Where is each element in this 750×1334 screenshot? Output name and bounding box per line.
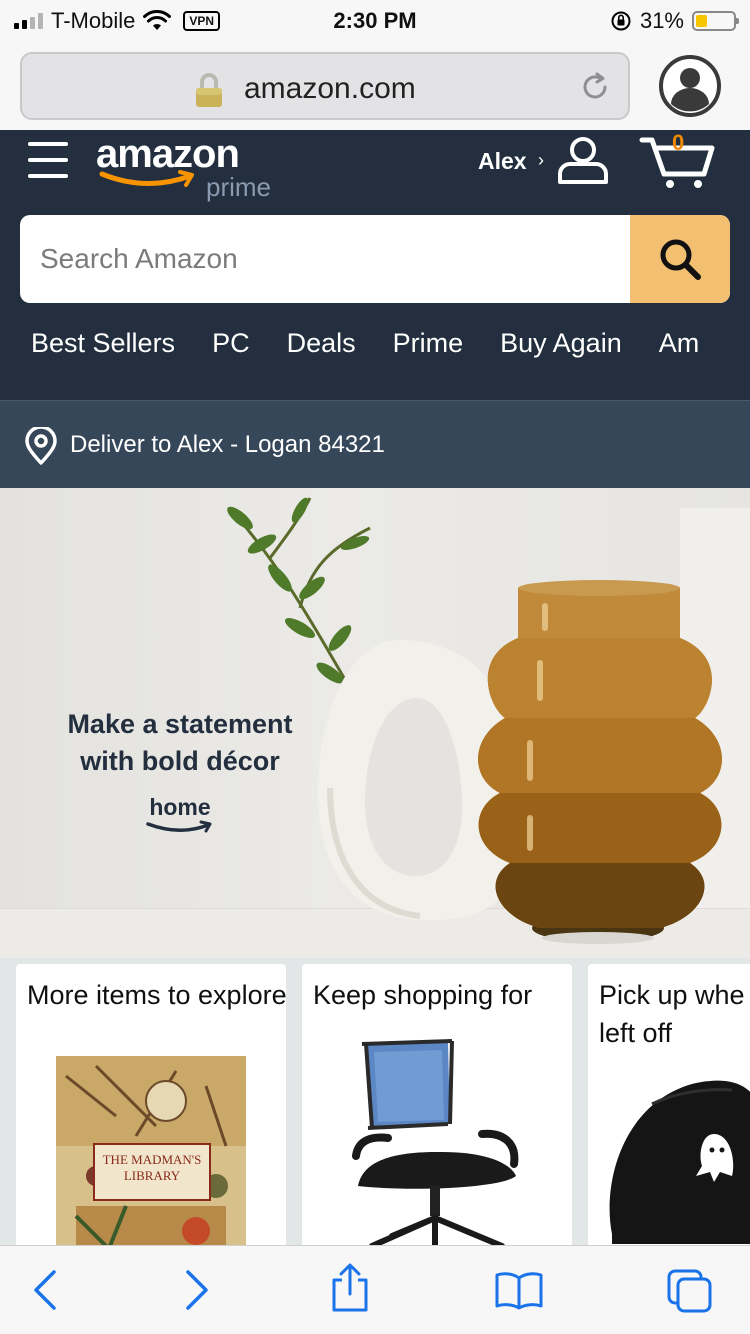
home-smile-icon — [146, 820, 212, 833]
share-icon[interactable] — [330, 1262, 370, 1314]
back-icon[interactable] — [32, 1268, 58, 1312]
hero-headline-line2: with bold décor — [80, 746, 280, 776]
nav-link-prime[interactable]: Prime — [393, 328, 464, 359]
battery-percent: 31% — [639, 8, 684, 33]
book-cover-image: THE MADMAN'S LIBRARY — [56, 1056, 246, 1248]
browser-toolbar — [0, 1245, 750, 1334]
address-bar[interactable]: amazon.com — [20, 52, 630, 120]
nav-link-buy-again[interactable]: Buy Again — [500, 328, 622, 359]
hero-banner[interactable]: Make a statement with bold décor home — [0, 488, 750, 958]
account-chevron: › — [538, 150, 544, 170]
black-cap-image — [609, 1080, 750, 1244]
card-keep-shopping[interactable]: Keep shopping for — [302, 964, 572, 1248]
nav-link-more[interactable]: Am — [659, 328, 700, 359]
status-bar: T-Mobile VPN 2:30 PM 31% — [0, 0, 750, 42]
svg-text:LIBRARY: LIBRARY — [124, 1168, 181, 1183]
search-button[interactable] — [630, 215, 730, 303]
office-chair-image — [352, 1039, 519, 1248]
profile-icon[interactable] — [658, 54, 722, 118]
orientation-lock-icon — [611, 11, 631, 31]
hero-headline-line1: Make a statement — [67, 709, 293, 739]
tabs-icon[interactable] — [666, 1268, 714, 1314]
battery-icon — [692, 11, 739, 31]
card-title: More items to explore — [27, 980, 286, 1010]
account-name[interactable]: Alex — [478, 148, 527, 175]
book-title-text: THE MADMAN'S — [103, 1152, 202, 1167]
reload-icon[interactable] — [580, 72, 610, 102]
logo-smile-icon — [99, 170, 194, 187]
nav-links: Best Sellers PC Deals Prime Buy Again Am — [31, 328, 699, 359]
card-more-items[interactable]: More items to explore THE MADMAN'S LIBRA… — [16, 964, 286, 1248]
card-title: Pick up whe left off — [599, 976, 750, 1052]
card-title: Keep shopping for — [313, 980, 533, 1010]
card-title-line1: Pick up whe — [599, 980, 745, 1010]
deliver-to-text: Deliver to Alex - Logan 84321 — [70, 431, 385, 458]
url-text: amazon.com — [244, 72, 416, 105]
menu-icon[interactable] — [28, 142, 68, 178]
browser-url-area: amazon.com — [0, 42, 750, 130]
nav-link-pc[interactable]: PC — [212, 328, 250, 359]
nav-link-best-sellers[interactable]: Best Sellers — [31, 328, 175, 359]
nav-link-deals[interactable]: Deals — [287, 328, 356, 359]
card-pick-up[interactable]: Pick up whe left off — [588, 964, 750, 1248]
logo-prime: prime — [206, 172, 272, 202]
amazon-prime-logo[interactable]: amazon prime — [96, 132, 296, 212]
lock-icon — [196, 73, 222, 107]
hero-brand: home — [149, 794, 211, 820]
amazon-header: amazon prime Alex › 0 Best Sellers PC — [0, 130, 750, 400]
cart-button[interactable]: 0 — [638, 130, 718, 192]
cart-count-badge: 0 — [672, 130, 685, 155]
search-input[interactable] — [20, 215, 630, 303]
card-title-line2: left off — [599, 1018, 673, 1048]
recommendation-cards: More items to explore THE MADMAN'S LIBRA… — [0, 958, 750, 1248]
status-right: 31% — [610, 8, 739, 34]
account-icon[interactable] — [556, 134, 610, 186]
bookmarks-icon[interactable] — [494, 1270, 544, 1310]
search-icon — [660, 239, 701, 280]
forward-icon[interactable] — [184, 1268, 210, 1312]
deliver-to-bar[interactable]: Deliver to Alex - Logan 84321 — [0, 400, 750, 488]
location-pin-icon — [25, 427, 57, 465]
hero-headline: Make a statement with bold décor — [40, 706, 320, 780]
search-bar — [20, 215, 730, 303]
